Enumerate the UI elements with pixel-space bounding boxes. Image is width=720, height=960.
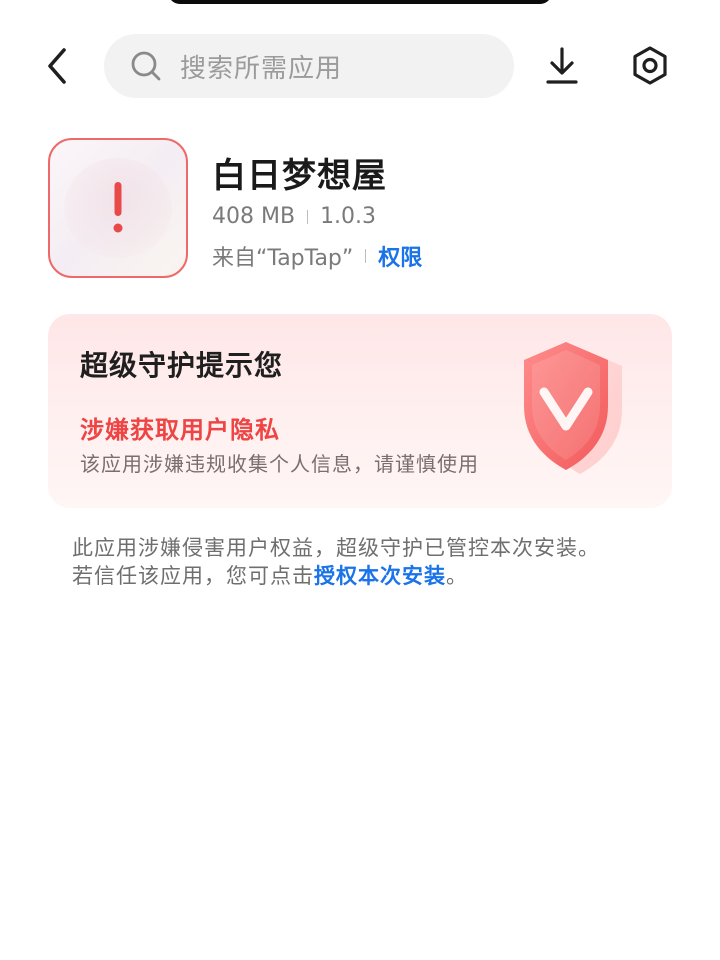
meta-divider bbox=[307, 209, 309, 224]
super-guard-card: 超级守护提示您 涉嫌获取用户隐私 该应用涉嫌违规收集个人信息，请谨慎使用 bbox=[48, 314, 672, 508]
download-button[interactable] bbox=[540, 44, 584, 88]
app-size: 408 MB bbox=[212, 204, 296, 229]
guard-risk-label: 涉嫌获取用户隐私 bbox=[80, 416, 280, 444]
settings-icon bbox=[633, 46, 667, 85]
guard-description: 该应用涉嫌违规收集个人信息，请谨慎使用 bbox=[80, 452, 479, 476]
notice-line-1: 此应用涉嫌侵害用户权益，超级守护已管控本次安装。 bbox=[72, 536, 600, 560]
back-button[interactable] bbox=[36, 44, 80, 88]
search-placeholder[interactable]: 搜索所需应用 bbox=[180, 48, 342, 85]
top-bar: 搜索所需应用 bbox=[0, 30, 720, 102]
meta-divider bbox=[365, 249, 367, 263]
app-name: 白日梦想屋 bbox=[212, 156, 387, 196]
app-meta-size-version: 408 MB 1.0.3 bbox=[212, 204, 376, 229]
notice-suffix: 。 bbox=[446, 564, 468, 588]
permission-link[interactable]: 权限 bbox=[378, 240, 422, 272]
search-icon bbox=[130, 50, 162, 82]
settings-button[interactable] bbox=[628, 44, 672, 88]
app-info: 白日梦想屋 408 MB 1.0.3 来自“TapTap” 权限 bbox=[48, 138, 688, 278]
authorize-install-link[interactable]: 授权本次安装 bbox=[314, 564, 446, 588]
download-icon bbox=[546, 47, 578, 84]
shield-check-icon bbox=[524, 342, 622, 474]
guard-title: 超级守护提示您 bbox=[80, 349, 284, 382]
notice-line-2: 若信任该应用，您可点击授权本次安装。 bbox=[72, 562, 672, 590]
app-meta-source: 来自“TapTap” 权限 bbox=[212, 240, 422, 272]
notice-prefix: 若信任该应用，您可点击 bbox=[72, 564, 314, 588]
app-version: 1.0.3 bbox=[320, 204, 377, 229]
back-arrow-icon bbox=[48, 48, 66, 84]
exclamation-icon bbox=[50, 140, 186, 276]
app-source: 来自“TapTap” bbox=[212, 246, 354, 271]
status-notch bbox=[168, 0, 552, 4]
app-icon bbox=[48, 138, 188, 278]
install-notice: 此应用涉嫌侵害用户权益，超级守护已管控本次安装。 若信任该应用，您可点击授权本次… bbox=[72, 534, 672, 590]
search-bar[interactable]: 搜索所需应用 bbox=[104, 34, 514, 98]
